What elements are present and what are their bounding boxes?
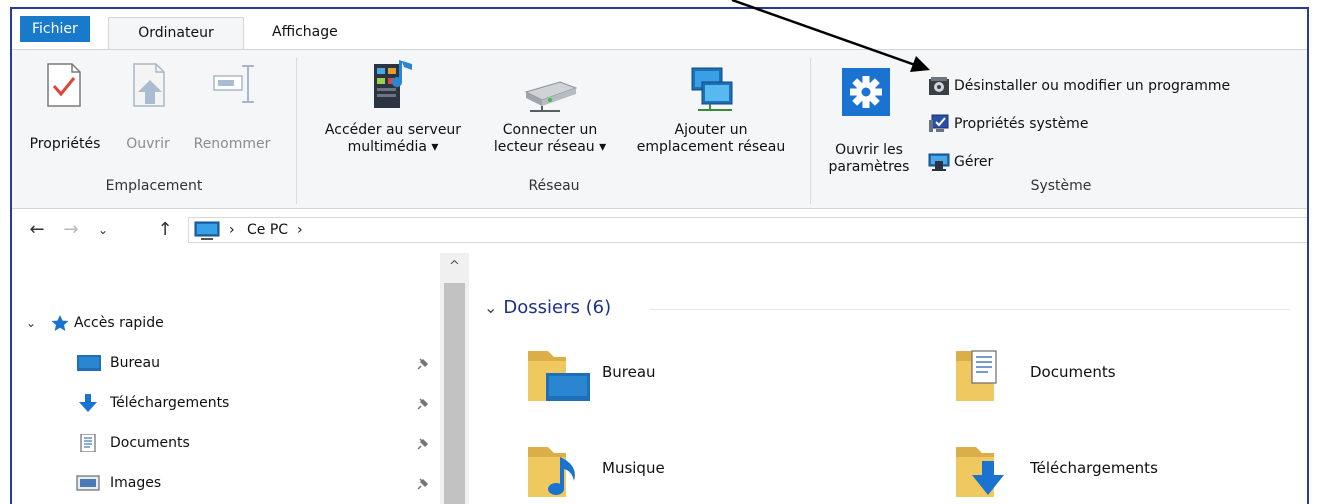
chevron-down-icon: ⌄	[484, 298, 498, 317]
group-divider	[650, 309, 1290, 310]
chevron-down-icon: ⌄	[97, 223, 109, 237]
add-location-label-line1: Ajouter un	[674, 122, 748, 138]
open-button[interactable]: Ouvrir	[116, 56, 180, 166]
rename-button[interactable]: Renommer	[182, 56, 282, 166]
star-icon	[51, 315, 69, 331]
folder-downloads-icon	[956, 447, 1004, 497]
document-icon	[80, 434, 96, 452]
nav-scrollbar[interactable]: ^	[440, 253, 469, 504]
pin-icon[interactable]	[416, 397, 430, 411]
media-server-icon	[374, 60, 412, 108]
network-drive-icon	[524, 81, 578, 112]
folders-group-title: Dossiers (6)	[503, 297, 612, 318]
folder-downloads[interactable]: Téléchargements	[954, 439, 1254, 503]
chevron-down-icon: ⌄	[26, 316, 37, 330]
back-button[interactable]: ←	[26, 218, 48, 242]
arrow-up-icon: ↑	[157, 219, 173, 240]
folder-music-icon	[528, 447, 575, 497]
folder-name: Téléchargements	[1030, 459, 1158, 477]
address-field[interactable]: › Ce PC ›	[188, 217, 1307, 243]
nav-item-label: Images	[110, 475, 162, 491]
up-button[interactable]: ↑	[154, 218, 176, 242]
scroll-thumb[interactable]	[444, 283, 465, 504]
group-label-system: Système	[1030, 178, 1092, 194]
folder-name: Bureau	[602, 363, 656, 381]
system-properties-icon	[929, 114, 949, 132]
open-label: Ouvrir	[126, 136, 170, 152]
map-network-drive-button[interactable]: Connecter un lecteur réseau ▾	[482, 56, 618, 176]
pin-icon[interactable]	[416, 437, 430, 451]
add-network-location-button[interactable]: Ajouter un emplacement réseau	[618, 56, 804, 176]
navigation-pane: ⌄ Accès rapide Bureau Téléchargements Do…	[12, 253, 469, 504]
folder-documents-icon	[956, 350, 997, 401]
open-settings-button[interactable]: Ouvrir les paramètres	[820, 56, 918, 176]
recent-locations-button[interactable]: ⌄	[92, 218, 114, 242]
nav-quick-access[interactable]: ⌄ Accès rapide	[12, 309, 432, 337]
media-server-button[interactable]: Accéder au serveur multimédia ▾	[304, 56, 482, 176]
group-separator	[296, 58, 297, 204]
breadcrumb-this-pc[interactable]: Ce PC	[247, 220, 288, 240]
nav-quick-access-label: Accès rapide	[74, 315, 164, 331]
pin-icon[interactable]	[416, 357, 430, 371]
uninstall-program-icon	[929, 77, 949, 95]
nav-item-label: Téléchargements	[110, 395, 230, 411]
add-location-label-line2: emplacement réseau	[636, 139, 786, 155]
folder-music[interactable]: Musique	[526, 439, 826, 503]
media-server-label-line2: multimédia ▾	[347, 139, 439, 155]
folder-desktop[interactable]: Bureau	[526, 343, 826, 407]
ribbon: Propriétés Ouvrir Renommer Emplacement A…	[12, 49, 1307, 209]
settings-gear-icon	[842, 68, 890, 116]
tab-computer[interactable]: Ordinateur	[108, 17, 244, 50]
system-properties-label: Propriétés système	[954, 116, 1089, 132]
properties-icon	[47, 63, 81, 107]
group-label-network: Réseau	[528, 178, 580, 194]
properties-label: Propriétés	[29, 136, 101, 152]
desktop-icon	[77, 355, 101, 371]
nav-item-documents[interactable]: Documents	[12, 429, 432, 457]
chevron-up-icon: ^	[449, 259, 460, 274]
map-drive-label-line1: Connecter un	[502, 122, 598, 138]
folder-desktop-icon	[528, 351, 590, 401]
manage-computer-icon	[928, 153, 950, 171]
group-label-location: Emplacement	[105, 178, 203, 194]
arrow-left-icon: ←	[29, 219, 45, 240]
this-pc-icon	[194, 221, 220, 240]
content-pane: ⌄ Dossiers (6) Bureau Documents Musique …	[470, 253, 1307, 504]
uninstall-program-label: Désinstaller ou modifier un programme	[954, 78, 1231, 94]
tab-file[interactable]: Fichier	[20, 16, 90, 42]
arrow-right-icon: →	[63, 219, 79, 240]
folder-name: Musique	[602, 459, 665, 477]
nav-item-desktop[interactable]: Bureau	[12, 349, 432, 377]
folders-group-header[interactable]: ⌄ Dossiers (6)	[484, 297, 611, 318]
nav-item-pictures[interactable]: Images	[12, 469, 432, 497]
ribbon-tab-bar: Fichier Ordinateur Affichage	[12, 9, 1307, 50]
folder-name: Documents	[1030, 363, 1116, 381]
open-settings-label-line1: Ouvrir les	[835, 142, 903, 158]
group-separator	[810, 58, 811, 204]
pictures-icon	[76, 475, 100, 491]
nav-item-label: Documents	[110, 435, 190, 451]
pin-icon[interactable]	[416, 477, 430, 491]
scroll-up-button[interactable]: ^	[440, 253, 469, 279]
breadcrumb-separator[interactable]: ›	[297, 220, 303, 240]
network-location-icon	[691, 67, 733, 111]
media-server-label-line1: Accéder au serveur	[324, 122, 462, 138]
folder-documents[interactable]: Documents	[954, 343, 1254, 407]
manage-label: Gérer	[954, 154, 994, 170]
forward-button[interactable]: →	[60, 218, 82, 242]
address-bar-row: ← → ⌄ ↑ › Ce PC ›	[12, 210, 1307, 250]
rename-icon	[213, 65, 254, 103]
breadcrumb-separator[interactable]: ›	[229, 220, 235, 240]
rename-label: Renommer	[193, 136, 271, 152]
file-explorer-window: Fichier Ordinateur Affichage Propriétés …	[10, 7, 1309, 504]
nav-item-label: Bureau	[110, 355, 160, 371]
properties-button[interactable]: Propriétés	[16, 56, 114, 166]
nav-item-downloads[interactable]: Téléchargements	[12, 389, 432, 417]
download-arrow-icon	[79, 394, 97, 412]
tab-view[interactable]: Affichage	[258, 17, 352, 49]
open-file-icon	[133, 63, 165, 107]
open-settings-label-line2: paramètres	[828, 159, 910, 175]
map-drive-label-line2: lecteur réseau ▾	[493, 139, 607, 155]
